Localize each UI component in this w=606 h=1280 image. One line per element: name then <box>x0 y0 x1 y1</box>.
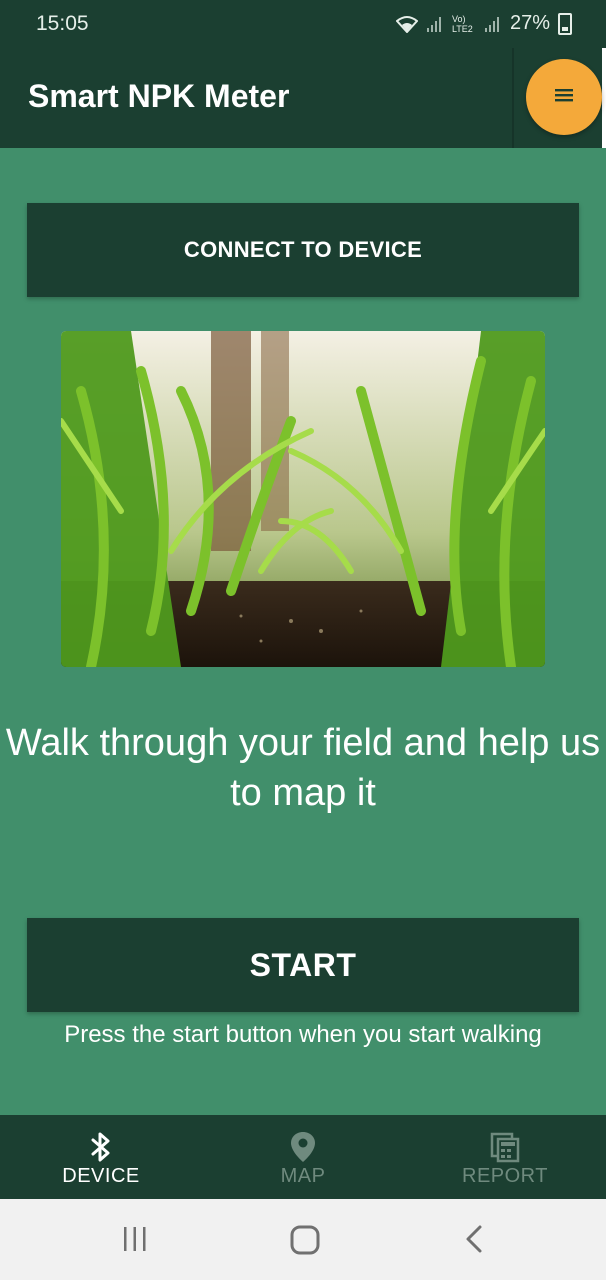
appbar-edge <box>602 48 606 148</box>
battery-icon <box>558 12 572 35</box>
status-bar: 15:05 Vo) LTE2 27% <box>0 0 606 48</box>
nav-label-report: REPORT <box>462 1165 548 1187</box>
connect-to-device-button[interactable]: CONNECT TO DEVICE <box>27 203 579 297</box>
headline: Walk through your field and help us to m… <box>5 722 601 814</box>
start-button[interactable]: START <box>27 918 579 1012</box>
system-nav-bar <box>0 1199 606 1280</box>
nav-item-device[interactable]: DEVICE <box>0 1115 202 1199</box>
start-hint: Press the start button when you start wa… <box>64 1021 542 1048</box>
status-icons: Vo) LTE2 27% <box>395 12 572 35</box>
nav-label-map: MAP <box>280 1165 326 1187</box>
bluetooth-icon <box>89 1131 113 1168</box>
home-button[interactable] <box>289 1221 321 1262</box>
recent-apps-button[interactable] <box>121 1221 149 1262</box>
status-time: 15:05 <box>36 12 89 35</box>
report-icon <box>489 1131 521 1168</box>
app-bar: Smart NPK Meter <box>0 48 606 148</box>
signal-icon <box>426 15 444 33</box>
appbar-divider <box>512 48 514 148</box>
menu-button[interactable] <box>526 59 602 135</box>
battery-percent: 27% <box>509 12 550 34</box>
wifi-icon <box>395 15 418 33</box>
bottom-nav: DEVICE MAP REPORT <box>0 1115 606 1199</box>
nav-item-map[interactable]: MAP <box>202 1115 404 1199</box>
map-pin-icon <box>290 1131 316 1168</box>
signal-icon-2 <box>484 15 502 33</box>
nav-label-device: DEVICE <box>62 1165 140 1187</box>
field-photo <box>61 331 545 667</box>
app-title: Smart NPK Meter <box>28 78 290 114</box>
menu-icon <box>554 87 574 108</box>
lte-label: Vo) LTE2 <box>451 13 473 34</box>
nav-item-report[interactable]: REPORT <box>404 1115 606 1199</box>
back-button[interactable] <box>462 1221 486 1262</box>
